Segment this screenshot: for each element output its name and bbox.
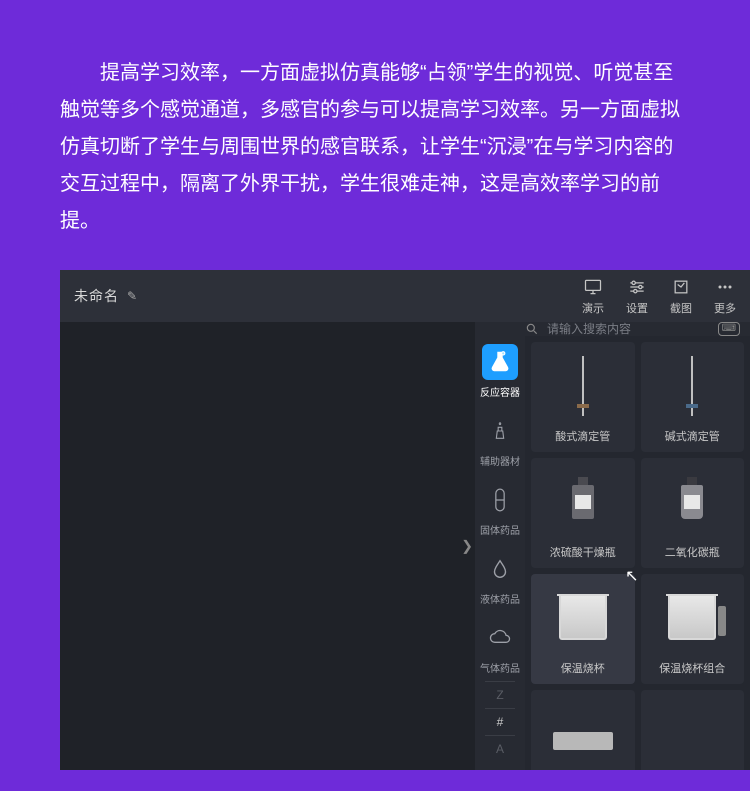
search-icon [525,322,539,336]
item-card[interactable] [531,690,635,770]
item-insulated-beaker-set[interactable]: 保温烧杯组合 [641,574,745,684]
item-card[interactable] [641,690,745,770]
article-paragraph: 提高学习效率，一方面虚拟仿真能够“占领”学生的视觉、听觉甚至触觉等多个感觉通道，… [0,0,750,270]
burette-icon [691,356,693,416]
index-letter[interactable]: A [485,735,515,762]
bottle-icon [681,485,703,519]
canvas-area[interactable]: ❯ [60,322,475,770]
sliders-icon [627,277,647,297]
category-liquid[interactable]: 液体药品 [475,543,525,612]
crop-icon [671,277,691,297]
category-reaction-vessel[interactable]: 反应容器 [475,336,525,405]
keyboard-icon[interactable]: ⌨ [718,322,740,336]
bottle-icon [572,485,594,519]
equipment-panel: ⌨ 反应容器 辅助器材 [475,322,750,770]
items-grid: 酸式滴定管 碱式滴定管 浓硫酸干燥瓶 二氧化碳瓶 [525,336,750,770]
more-button[interactable]: 更多 [714,277,736,316]
lamp-icon [489,420,511,442]
tray-icon [553,732,613,750]
monitor-icon [583,277,603,297]
index-letter[interactable]: Z [485,681,515,708]
item-base-burette[interactable]: 碱式滴定管 [641,342,745,452]
search-input[interactable] [547,322,710,336]
document-title: 未命名 [74,286,119,306]
collapse-panel-button[interactable]: ❯ [459,534,475,559]
more-icon [715,277,735,297]
item-sulfuric-drying-bottle[interactable]: 浓硫酸干燥瓶 [531,458,635,568]
category-solid[interactable]: 固体药品 [475,474,525,543]
burette-icon [582,356,584,416]
settings-button[interactable]: 设置 [626,277,648,316]
cloud-icon [487,629,513,647]
item-insulated-beaker[interactable]: 保温烧杯 ↖ [531,574,635,684]
screenshot-button[interactable]: 截图 [670,277,692,316]
item-co2-bottle[interactable]: 二氧化碳瓶 [641,458,745,568]
present-button[interactable]: 演示 [582,277,604,316]
beaker-icon [559,596,607,640]
index-letter[interactable]: # [485,708,515,735]
flask-icon [487,349,513,375]
droplet-icon [489,558,511,580]
item-acid-burette[interactable]: 酸式滴定管 [531,342,635,452]
titlebar: 未命名 ✎ 演示 设置 截图 更多 [60,270,750,322]
capsule-icon [490,487,510,513]
category-list: 反应容器 辅助器材 固体药品 [475,336,525,770]
simulation-app: 未命名 ✎ 演示 设置 截图 更多 ❯ [60,270,750,770]
beaker-icon [668,596,716,640]
category-auxiliary[interactable]: 辅助器材 [475,405,525,474]
edit-title-icon[interactable]: ✎ [127,289,138,303]
category-gas[interactable]: 气体药品 [475,612,525,681]
